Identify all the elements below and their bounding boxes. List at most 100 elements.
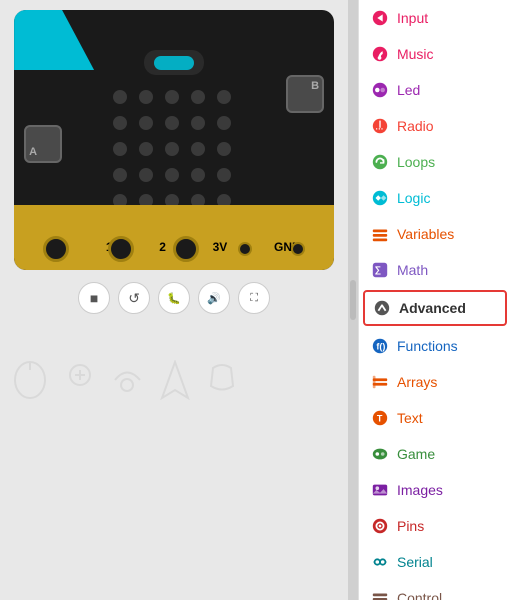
music-icon: [371, 45, 389, 63]
simulator-panel: A B 0 1 2 3V GND ■ ↺ �: [0, 0, 348, 600]
svg-text:∑: ∑: [375, 265, 381, 275]
control-label: Control: [397, 590, 442, 600]
pins-label: Pins: [397, 518, 424, 534]
led-dot: [217, 142, 231, 156]
led-dot: [113, 90, 127, 104]
advanced-label: Advanced: [399, 300, 466, 316]
button-b[interactable]: B: [286, 75, 324, 113]
sidebar-item-advanced[interactable]: Advanced: [363, 290, 507, 326]
button-a-label: A: [29, 146, 37, 158]
led-eyes: [154, 56, 194, 70]
led-dot: [165, 168, 179, 182]
led-dot: [139, 116, 153, 130]
images-label: Images: [397, 482, 443, 498]
sidebar-item-functions[interactable]: f() Functions: [359, 328, 511, 364]
serial-label: Serial: [397, 554, 433, 570]
text-icon: T: [371, 409, 389, 427]
input-label: Input: [397, 10, 428, 26]
led-dot: [165, 116, 179, 130]
sidebar-item-variables[interactable]: Variables: [359, 216, 511, 252]
sidebar-item-text[interactable]: T Text: [359, 400, 511, 436]
variables-icon: [371, 225, 389, 243]
led-dot: [113, 116, 127, 130]
advanced-icon: [373, 299, 391, 317]
led-dot: [191, 168, 205, 182]
svg-text:f(): f(): [376, 342, 385, 352]
simulator-toolbar: ■ ↺ 🐛 🔊 ⛶: [78, 282, 270, 314]
arrays-label: Arrays: [397, 374, 437, 390]
loops-icon: [371, 153, 389, 171]
math-icon: ∑: [371, 261, 389, 279]
divider-handle: [350, 280, 356, 320]
sidebar-item-music[interactable]: Music: [359, 36, 511, 72]
pin-holes: [24, 236, 324, 262]
serial-icon: [371, 553, 389, 571]
game-icon: [371, 445, 389, 463]
math-label: Math: [397, 262, 428, 278]
led-dot: [217, 116, 231, 130]
sidebar-item-radio[interactable]: . . . Radio: [359, 108, 511, 144]
led-dot: [217, 90, 231, 104]
led-dot: [113, 168, 127, 182]
pin-1[interactable]: [108, 236, 134, 262]
sidebar-item-control[interactable]: Control: [359, 580, 511, 600]
radio-icon: . . .: [371, 117, 389, 135]
audio-button[interactable]: 🔊: [198, 282, 230, 314]
led-dot: [217, 168, 231, 182]
logic-label: Logic: [397, 190, 430, 206]
pins-area: 0 1 2 3V GND: [14, 205, 334, 270]
panel-divider: [348, 0, 358, 600]
sidebar-item-loops[interactable]: Loops: [359, 144, 511, 180]
button-a[interactable]: A: [24, 125, 62, 163]
background-decoration: [0, 350, 348, 600]
sidebar-item-led[interactable]: Led: [359, 72, 511, 108]
svg-text:.: .: [381, 123, 383, 132]
sidebar-item-images[interactable]: Images: [359, 472, 511, 508]
sidebar-item-logic[interactable]: Logic: [359, 180, 511, 216]
pin-0[interactable]: [43, 236, 69, 262]
sidebar-item-arrays[interactable]: Arrays: [359, 364, 511, 400]
input-icon: [371, 9, 389, 27]
arrays-icon: [371, 373, 389, 391]
microbit-simulator: A B 0 1 2 3V GND: [14, 10, 334, 270]
fullscreen-button[interactable]: ⛶: [238, 282, 270, 314]
led-dot: [165, 90, 179, 104]
sidebar-item-game[interactable]: Game: [359, 436, 511, 472]
radio-label: Radio: [397, 118, 434, 134]
led-dot: [139, 142, 153, 156]
led-dot: [191, 90, 205, 104]
pin-gnd: [291, 242, 305, 256]
loops-label: Loops: [397, 154, 435, 170]
sidebar-item-input[interactable]: Input: [359, 0, 511, 36]
led-icon: [371, 81, 389, 99]
sidebar-item-serial[interactable]: Serial: [359, 544, 511, 580]
variables-label: Variables: [397, 226, 454, 242]
text-label: Text: [397, 410, 423, 426]
led-dot: [113, 142, 127, 156]
led-dot: [139, 90, 153, 104]
functions-label: Functions: [397, 338, 458, 354]
svg-text:T: T: [377, 414, 383, 424]
game-label: Game: [397, 446, 435, 462]
led-dot: [191, 116, 205, 130]
sidebar-item-math[interactable]: ∑ Math: [359, 252, 511, 288]
led-label: Led: [397, 82, 420, 98]
restart-button[interactable]: ↺: [118, 282, 150, 314]
led-dot: [165, 142, 179, 156]
pin-2[interactable]: [173, 236, 199, 262]
led-dot: [191, 142, 205, 156]
microbit-display: [144, 50, 204, 75]
logic-icon: [371, 189, 389, 207]
sidebar-item-pins[interactable]: Pins: [359, 508, 511, 544]
corner-decoration: [14, 10, 94, 70]
images-icon: [371, 481, 389, 499]
stop-button[interactable]: ■: [78, 282, 110, 314]
pins-icon: [371, 517, 389, 535]
debug-button[interactable]: 🐛: [158, 282, 190, 314]
led-dot: [139, 168, 153, 182]
button-b-label: B: [311, 80, 319, 92]
pin-3v: [238, 242, 252, 256]
functions-icon: f(): [371, 337, 389, 355]
led-grid: [113, 90, 235, 212]
control-icon: [371, 589, 389, 600]
